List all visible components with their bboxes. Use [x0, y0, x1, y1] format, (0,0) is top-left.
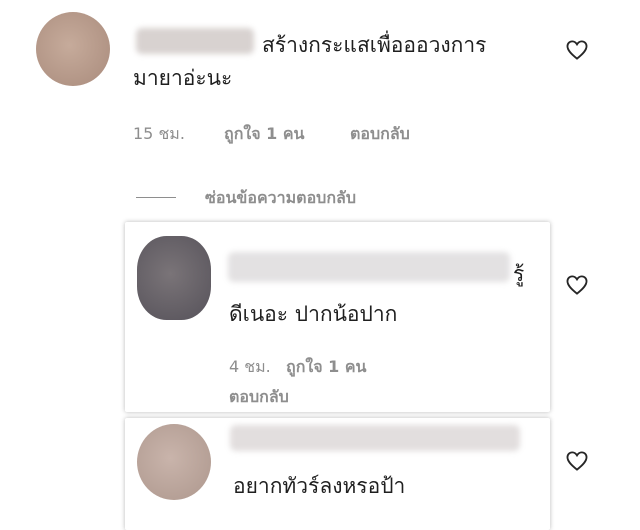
reply-text: อยากทัวร์ลงหรอป้า — [233, 474, 406, 498]
reply-like-heart-icon[interactable] — [566, 451, 588, 471]
reply-reply-button[interactable]: ตอบกลับ — [229, 385, 289, 410]
reply-likes-link[interactable]: ถูกใจ 1 คน — [286, 355, 366, 380]
reply-time: 4 ชม. — [229, 357, 271, 376]
comment-likes-link[interactable]: ถูกใจ 1 คน — [224, 122, 304, 147]
reply-like-heart-icon[interactable] — [566, 275, 588, 295]
reply-username-blurred[interactable] — [228, 252, 510, 282]
comment-text-line1: สร้างกระแสเพื่อออวงการ — [262, 33, 487, 57]
comment-text-line2: มายาอ่ะนะ — [133, 66, 233, 90]
reply-avatar[interactable] — [137, 424, 211, 500]
like-heart-icon[interactable] — [566, 40, 588, 60]
reply-username-tail: รู้ — [513, 262, 525, 286]
comment-reply-button[interactable]: ตอบกลับ — [350, 122, 410, 147]
avatar[interactable] — [36, 12, 110, 86]
username-blurred[interactable] — [136, 28, 254, 54]
hide-replies-line — [136, 197, 176, 198]
reply-avatar[interactable] — [137, 236, 211, 320]
comment-time: 15 ชม. — [133, 124, 185, 143]
reply-text: ดีเนอะ ปากน้อปาก — [229, 302, 398, 326]
reply-username-blurred[interactable] — [230, 425, 520, 451]
hide-replies-button[interactable]: ซ่อนข้อความตอบกลับ — [205, 186, 356, 211]
